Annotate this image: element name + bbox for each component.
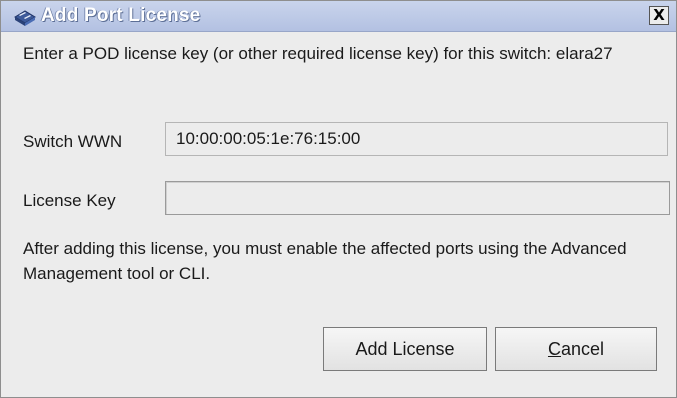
network-switch-icon <box>13 7 37 27</box>
add-license-button[interactable]: Add License <box>323 327 487 371</box>
switch-wwn-label: Switch WWN <box>23 132 123 151</box>
cancel-button[interactable]: Cancel <box>495 327 657 371</box>
note-text: After adding this license, you must enab… <box>23 239 627 283</box>
license-key-label: License Key <box>23 191 116 210</box>
license-key-input[interactable] <box>165 181 670 215</box>
close-icon[interactable]: X <box>649 6 669 25</box>
dialog-title: Add Port License <box>41 5 201 26</box>
cancel-mnemonic: C <box>547 339 561 359</box>
cancel-label-rest: ancel <box>560 339 605 359</box>
add-port-license-dialog: Add Port License X Enter a POD license k… <box>0 0 677 398</box>
switch-wwn-field: 10:00:00:05:1e:76:15:00 <box>165 122 668 156</box>
instruction-text: Enter a POD license key (or other requir… <box>23 44 613 63</box>
title-bar[interactable]: Add Port License X <box>1 1 676 32</box>
